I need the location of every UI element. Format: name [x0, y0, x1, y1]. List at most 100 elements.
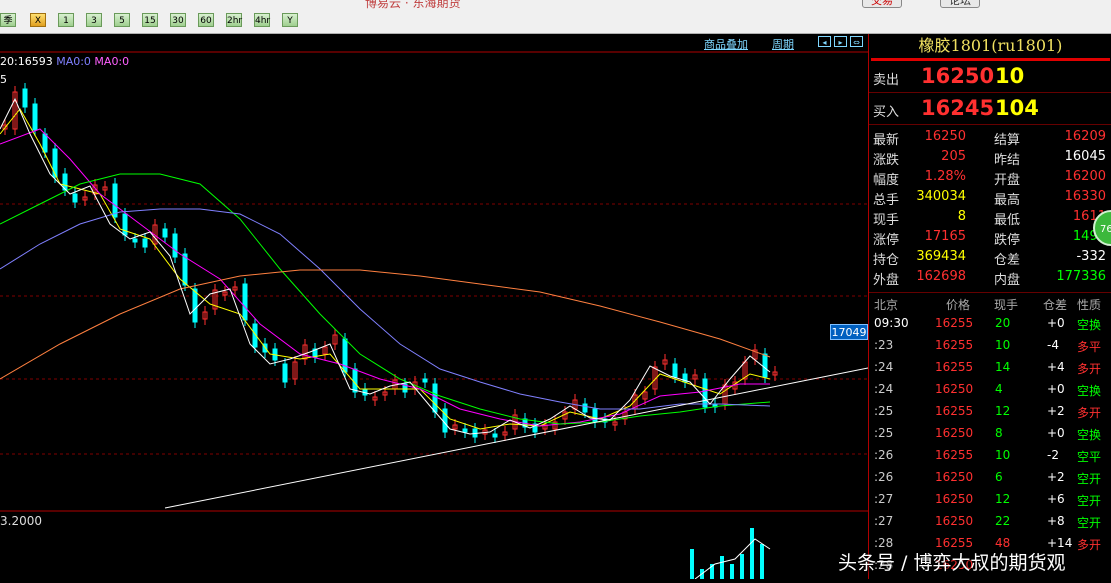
- quote-row: 涨停 17165 跌停 1492: [873, 229, 1106, 248]
- period-3-button[interactable]: 3: [86, 13, 102, 27]
- watermark: 头条号 / 博弈大叔的期货观: [838, 552, 1066, 574]
- tick-price: 16250: [935, 382, 974, 396]
- tick-nature: 空开: [1077, 472, 1102, 486]
- tick-oi-change: +2: [1047, 404, 1065, 418]
- tick-nature: 空换: [1077, 384, 1102, 398]
- kline-chart[interactable]: [0, 34, 869, 580]
- tick-price: 16255: [935, 404, 974, 418]
- overlay-link[interactable]: 商品叠加: [704, 36, 748, 52]
- period-60-button[interactable]: 60: [198, 13, 214, 27]
- tick-nature: 空平: [1077, 450, 1102, 464]
- period-5-button[interactable]: 5: [114, 13, 130, 27]
- tick-oi-change: +0: [1047, 426, 1065, 440]
- candle: [432, 383, 438, 413]
- tick-volume: 22: [995, 514, 1011, 528]
- period-x-button[interactable]: X: [30, 13, 46, 27]
- candle: [32, 103, 38, 131]
- candle: [672, 363, 678, 378]
- tick-row: :25 16250 8 +0 空换: [869, 423, 1111, 445]
- tick-row: :27 16250 12 +6 空开: [869, 489, 1111, 511]
- tick-oi-change: -2: [1047, 448, 1059, 462]
- volume-bar: [740, 554, 744, 579]
- ticks-header: 北京 价格 现手 仓差 性质: [869, 292, 1111, 313]
- kline-svg: [0, 51, 869, 580]
- candle: [582, 403, 588, 413]
- ma-first-label: 20:16593: [0, 55, 53, 68]
- nav-left-button[interactable]: ◂: [818, 36, 831, 47]
- candle: [282, 363, 288, 383]
- nav-right-button[interactable]: ▸: [834, 36, 847, 47]
- volume-bar: [720, 556, 724, 579]
- tick-time: 09:30: [874, 316, 909, 330]
- tick-nature: 空换: [1077, 318, 1102, 332]
- candle: [342, 338, 348, 373]
- quote-row: 幅度 1.28% 开盘 16200: [873, 169, 1106, 188]
- quote-row: 外盘 162698 内盘 177336: [873, 269, 1106, 288]
- tick-row: :27 16250 22 +8 空开: [869, 511, 1111, 533]
- tick-volume: 10: [995, 448, 1011, 462]
- candle: [132, 238, 138, 243]
- tick-price: 16255: [935, 316, 974, 330]
- ma-second-label: MA0:0: [56, 55, 91, 68]
- tick-volume: 10: [995, 338, 1011, 352]
- tick-oi-change: -4: [1047, 338, 1059, 352]
- volume-axis-label: 3.2000: [0, 514, 42, 528]
- trade-button[interactable]: 交易: [862, 0, 902, 8]
- tick-time: :24: [874, 360, 894, 374]
- candle: [352, 368, 358, 393]
- volume-bar: [760, 544, 764, 579]
- candle: [422, 378, 428, 383]
- quote-row: 涨跌 205 昨结 16045: [873, 149, 1106, 168]
- tick-time: :26: [874, 448, 894, 462]
- quote-row: 最新 16250 结算 16209: [873, 129, 1106, 148]
- ask-price: 16250: [921, 64, 995, 88]
- ask-row: 卖出 16250 10: [869, 61, 1111, 93]
- tick-time: :27: [874, 492, 894, 506]
- volume-bar: [730, 564, 734, 579]
- toolbar: 博易云 · 东海期货 交易 论坛 季 X 1 3 5 15 30 60 2hr …: [0, 0, 1111, 34]
- period-link[interactable]: 周期: [772, 36, 794, 52]
- tick-time: :23: [874, 338, 894, 352]
- nav-expand-button[interactable]: ⇔: [850, 36, 863, 47]
- tick-row: :25 16255 12 +2 多开: [869, 401, 1111, 423]
- period-y-button[interactable]: Y: [282, 13, 298, 27]
- tick-volume: 4: [995, 382, 1003, 396]
- period-2hr-button[interactable]: 2hr: [226, 13, 242, 27]
- tick-oi-change: +8: [1047, 514, 1065, 528]
- period-30-button[interactable]: 30: [170, 13, 186, 27]
- tick-row: :24 16250 4 +0 空换: [869, 379, 1111, 401]
- tick-time: :25: [874, 404, 894, 418]
- bid-row: 买入 16245 104: [869, 93, 1111, 125]
- candle: [462, 428, 468, 433]
- tick-oi-change: +4: [1047, 360, 1065, 374]
- quote-row: 现手 8 最低 1611: [873, 209, 1106, 228]
- quote-row: 总手 340034 最高 16330: [873, 189, 1106, 208]
- period-1-button[interactable]: 1: [58, 13, 74, 27]
- tick-oi-change: +0: [1047, 382, 1065, 396]
- period-season-button[interactable]: 季: [0, 13, 16, 27]
- tick-volume: 8: [995, 426, 1003, 440]
- ma-third-label: MA0:0: [94, 55, 130, 68]
- period-4hr-button[interactable]: 4hr: [254, 13, 270, 27]
- period-15-button[interactable]: 15: [142, 13, 158, 27]
- contract-title[interactable]: 橡胶1801(ru1801): [869, 34, 1111, 58]
- bid-price: 16245: [921, 96, 995, 120]
- ask-volume: 10: [995, 64, 1025, 88]
- tick-price: 16250: [935, 426, 974, 440]
- tick-row: :24 16255 14 +4 多开: [869, 357, 1111, 379]
- tick-volume: 20: [995, 316, 1011, 330]
- tick-price: 16255: [935, 360, 974, 374]
- tick-nature: 多平: [1077, 340, 1102, 354]
- volume-bar: [690, 549, 694, 579]
- forum-button[interactable]: 论坛: [940, 0, 980, 8]
- candle: [762, 353, 768, 378]
- tick-nature: 空开: [1077, 516, 1102, 530]
- candle: [702, 378, 708, 408]
- tick-nature: 多开: [1077, 406, 1102, 420]
- tick-volume: 12: [995, 404, 1011, 418]
- tick-price: 16250: [935, 514, 974, 528]
- ask-label: 卖出: [873, 73, 900, 88]
- candle: [112, 183, 118, 218]
- tick-price: 16250: [935, 470, 974, 484]
- tick-price: 16255: [935, 338, 974, 352]
